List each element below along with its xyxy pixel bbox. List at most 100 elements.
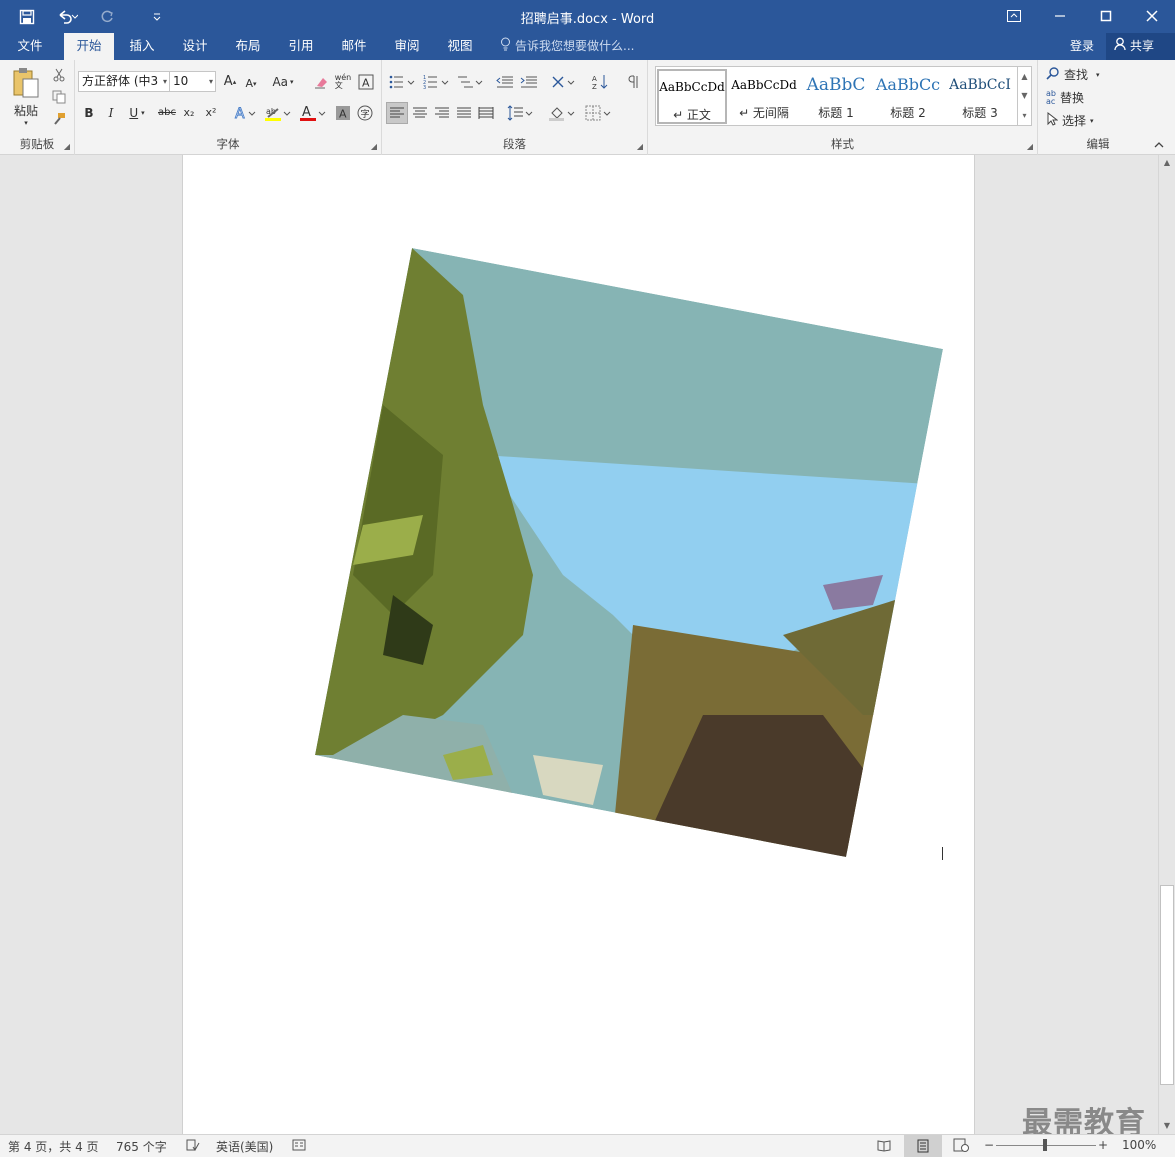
align-center-icon[interactable]: [409, 102, 431, 124]
more-styles-icon[interactable]: ▾: [1022, 111, 1026, 120]
distributed-icon[interactable]: [475, 102, 497, 124]
subscript-button[interactable]: x₂: [179, 102, 199, 123]
tab-view[interactable]: 视图: [435, 33, 485, 60]
enclose-characters-icon[interactable]: 字: [355, 102, 375, 123]
tab-review[interactable]: 审阅: [382, 33, 432, 60]
change-case-button[interactable]: Aa ▾: [267, 71, 299, 92]
tab-references[interactable]: 引用: [276, 33, 326, 60]
clear-formatting-icon[interactable]: [311, 71, 331, 92]
inserted-picture[interactable]: [183, 155, 976, 1134]
style-heading-2[interactable]: AaBbCc 标题 2: [873, 69, 943, 124]
ribbon-display-icon[interactable]: [991, 0, 1037, 32]
decrease-indent-icon[interactable]: [494, 71, 516, 92]
web-layout-icon[interactable]: [953, 1138, 969, 1155]
style-heading-1[interactable]: AaBbC 标题 1: [801, 69, 871, 124]
chevron-down-icon[interactable]: ▼: [1021, 91, 1027, 100]
bold-button[interactable]: B: [79, 102, 99, 123]
style-sample: AaBbCcDd: [731, 78, 797, 92]
share-button[interactable]: 共享: [1106, 33, 1175, 60]
paragraph-launcher-icon[interactable]: ◢: [637, 142, 643, 151]
style-normal[interactable]: AaBbCcDd ↵ 正文: [657, 69, 727, 124]
word-count[interactable]: 765 个字: [116, 1138, 167, 1155]
select-label: 选择: [1062, 114, 1087, 128]
tell-me-box[interactable]: 告诉我您想要做什么...: [500, 33, 634, 60]
replace-button[interactable]: ab ac 替换: [1046, 87, 1118, 108]
zoom-in-button[interactable]: +: [1098, 1138, 1108, 1152]
underline-button[interactable]: U ▾: [123, 102, 151, 123]
strikethrough-button[interactable]: abc: [155, 102, 179, 123]
font-group-label: 字体: [216, 137, 240, 151]
page-count[interactable]: 第 4 页，共 4 页: [8, 1138, 99, 1155]
borders-icon[interactable]: [582, 102, 614, 124]
title-bar: 招聘启事.docx - Word: [0, 0, 1175, 33]
font-color-icon[interactable]: A: [297, 102, 329, 123]
collapse-ribbon-icon[interactable]: [1152, 139, 1166, 151]
increase-indent-icon[interactable]: [518, 71, 540, 92]
clipboard-launcher-icon[interactable]: ◢: [64, 142, 70, 151]
print-layout-icon[interactable]: [904, 1135, 942, 1157]
select-button[interactable]: 选择 ▾: [1046, 110, 1118, 131]
line-spacing-icon[interactable]: [504, 102, 536, 124]
tab-layout[interactable]: 布局: [223, 33, 273, 60]
styles-launcher-icon[interactable]: ◢: [1027, 142, 1033, 151]
tab-insert[interactable]: 插入: [117, 33, 167, 60]
align-left-icon[interactable]: [386, 102, 408, 124]
tab-design[interactable]: 设计: [170, 33, 220, 60]
font-launcher-icon[interactable]: ◢: [371, 142, 377, 151]
multilevel-list-icon[interactable]: [454, 71, 486, 92]
language-indicator[interactable]: 英语(美国): [216, 1138, 273, 1155]
format-painter-icon[interactable]: [50, 110, 68, 128]
read-mode-icon[interactable]: [877, 1138, 891, 1155]
cut-icon[interactable]: [50, 66, 68, 84]
numbering-icon[interactable]: 123: [420, 71, 452, 92]
style-heading-3[interactable]: AaBbCcI 标题 3: [945, 69, 1015, 124]
character-shading-icon[interactable]: A: [333, 102, 353, 123]
highlight-icon[interactable]: ab: [262, 102, 294, 123]
sort-icon[interactable]: AZ: [590, 71, 612, 92]
replace-label: 替换: [1059, 91, 1084, 105]
phonetic-guide-icon[interactable]: wén 文: [333, 71, 353, 92]
justify-icon[interactable]: [453, 102, 475, 124]
align-right-icon[interactable]: [431, 102, 453, 124]
vertical-scrollbar[interactable]: ▲ ▼: [1158, 155, 1175, 1134]
bullets-icon[interactable]: [386, 71, 418, 92]
italic-button[interactable]: I: [101, 102, 121, 123]
tab-home[interactable]: 开始: [64, 33, 114, 60]
grow-font-button[interactable]: A ▴: [220, 71, 240, 92]
text-effects-icon[interactable]: A: [231, 102, 259, 123]
copy-icon[interactable]: [50, 88, 68, 106]
scrollbar-thumb[interactable]: [1160, 885, 1174, 1085]
zoom-level[interactable]: 100%: [1122, 1138, 1156, 1152]
document-page[interactable]: [182, 155, 975, 1134]
tab-mailings[interactable]: 邮件: [329, 33, 379, 60]
superscript-button[interactable]: x²: [201, 102, 221, 123]
close-icon[interactable]: [1129, 0, 1175, 32]
macro-record-icon[interactable]: [292, 1138, 306, 1155]
login-link[interactable]: 登录: [1070, 33, 1094, 59]
asian-layout-icon[interactable]: [548, 71, 578, 92]
shading-icon[interactable]: [546, 102, 578, 124]
clipboard-icon: [12, 67, 40, 102]
paste-button[interactable]: 粘贴 ▾: [8, 66, 44, 128]
zoom-out-button[interactable]: −: [984, 1138, 994, 1152]
proofing-icon[interactable]: [186, 1138, 200, 1155]
show-marks-icon[interactable]: [622, 71, 644, 92]
character-border-icon[interactable]: A: [356, 71, 376, 92]
maximize-icon[interactable]: [1083, 0, 1129, 32]
tab-file[interactable]: 文件: [5, 33, 55, 60]
scroll-down-icon[interactable]: ▼: [1159, 1118, 1175, 1134]
styles-scroll: ▲ ▼ ▾: [1017, 67, 1031, 125]
style-sample: AaBbC: [806, 75, 866, 95]
style-no-spacing[interactable]: AaBbCcDd ↵ 无间隔: [729, 69, 799, 124]
shrink-font-button[interactable]: A ▾: [241, 73, 261, 94]
share-label: 共享: [1130, 39, 1155, 53]
lightbulb-icon: [500, 34, 511, 60]
chevron-up-icon[interactable]: ▲: [1021, 72, 1027, 81]
font-size-combo[interactable]: 10 ▾: [169, 71, 216, 92]
font-name-combo[interactable]: 方正舒体 (中3 ▾: [78, 71, 170, 92]
document-area[interactable]: [0, 155, 1158, 1134]
zoom-slider-thumb[interactable]: [1043, 1139, 1047, 1151]
minimize-icon[interactable]: [1037, 0, 1083, 32]
scroll-up-icon[interactable]: ▲: [1159, 155, 1175, 171]
find-button[interactable]: 查找 ▾: [1046, 64, 1118, 85]
